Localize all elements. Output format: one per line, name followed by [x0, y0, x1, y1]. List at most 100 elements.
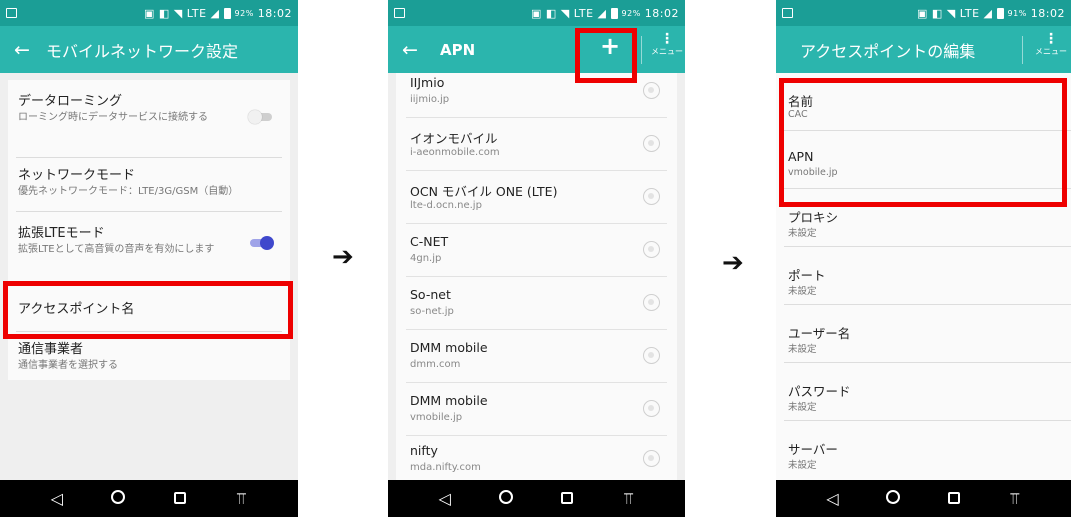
- overflow-menu-icon: ⋮: [660, 31, 674, 47]
- settings-item-enhanced-lte[interactable]: 拡張LTEモード 拡張LTEとして高音質の音声を有効にします: [8, 222, 290, 282]
- apn-value: mda.nifty.com: [410, 462, 481, 473]
- page-title: APN: [440, 40, 476, 59]
- field-value: 未設定: [788, 344, 817, 355]
- notification-pull-icon[interactable]: ⫪: [616, 489, 640, 509]
- battery-icon: [223, 7, 231, 19]
- screen-apn-list: ▣ ◧ ◥ LTE ◢ 92% 18:02 ← APN + ⋮ メニュー IIJ…: [388, 0, 685, 517]
- screen-mobile-network-settings: ▣ ◧ ◥ LTE ◢ 92% 18:02 ← モバイルネットワーク設定 データ…: [0, 0, 298, 517]
- notification-pull-icon[interactable]: ⫪: [1003, 489, 1027, 509]
- battery-percent: 91%: [1007, 8, 1027, 18]
- settings-item-carrier[interactable]: 通信事業者 通信事業者を選択する: [8, 338, 290, 378]
- highlight-box: [3, 281, 293, 339]
- list-item[interactable]: So-net so-net.jp: [396, 277, 677, 330]
- apn-radio[interactable]: [643, 241, 660, 258]
- settings-item-title: ネットワークモード: [18, 168, 136, 183]
- list-item[interactable]: nifty mda.nifty.com: [396, 433, 677, 480]
- list-item[interactable]: DMM mobile vmobile.jp: [396, 383, 677, 436]
- right-arrow-icon: ➔: [722, 248, 744, 278]
- field-port[interactable]: ポート 未設定: [776, 247, 1071, 305]
- field-value: 未設定: [788, 402, 817, 413]
- data-roaming-toggle[interactable]: [248, 110, 274, 124]
- apn-radio[interactable]: [643, 135, 660, 152]
- settings-item-summary: ローミング時にデータサービスに接続する: [18, 112, 208, 123]
- apn-value: 4gn.jp: [410, 253, 442, 264]
- highlight-box: [779, 78, 1067, 207]
- battery-percent: 92%: [621, 8, 641, 18]
- settings-item-summary: 優先ネットワークモード：LTE/3G/GSM（自動）: [18, 186, 239, 197]
- field-label: サーバー: [788, 442, 838, 457]
- status-bar: ▣ ◧ ◥ LTE ◢ 91% 18:02: [776, 0, 1071, 26]
- apn-value: lte-d.ocn.ne.jp: [410, 200, 482, 211]
- page-title: アクセスポイントの編集: [800, 41, 976, 61]
- list-item[interactable]: DMM mobile dmm.com: [396, 330, 677, 383]
- apn-radio[interactable]: [643, 294, 660, 311]
- signal-icons: ▣ ◧ ◥ LTE ◢: [917, 6, 993, 20]
- overflow-menu-button[interactable]: ⋮ メニュー: [649, 32, 685, 57]
- nav-bar: ◁ ⫪: [388, 480, 685, 517]
- page-title: モバイルネットワーク設定: [46, 41, 239, 61]
- app-bar: アクセスポイントの編集 ⋮ メニュー: [776, 26, 1071, 73]
- apn-value: iijmio.jp: [410, 94, 450, 105]
- apn-name: nifty: [410, 443, 438, 458]
- apn-value: vmobile.jp: [410, 412, 463, 423]
- notification-image-icon: [394, 8, 405, 18]
- right-arrow-icon: ➔: [332, 242, 354, 272]
- apn-name: IIJmio: [410, 75, 445, 90]
- signal-icons: ▣ ◧ ◥ LTE ◢: [531, 6, 607, 20]
- settings-item-title: 通信事業者: [18, 342, 84, 357]
- home-circle-icon[interactable]: [106, 489, 130, 508]
- field-server[interactable]: サーバー 未設定: [776, 421, 1071, 479]
- field-value: 未設定: [788, 460, 817, 471]
- status-time: 18:02: [1030, 6, 1065, 20]
- apn-radio[interactable]: [643, 347, 660, 364]
- home-circle-icon[interactable]: [881, 489, 905, 508]
- apn-radio[interactable]: [643, 82, 660, 99]
- field-value: 未設定: [788, 228, 817, 239]
- list-item[interactable]: イオンモバイル i-aeonmobile.com: [396, 118, 677, 171]
- nav-bar: ◁ ⫪: [0, 480, 298, 517]
- battery-percent: 92%: [234, 8, 254, 18]
- recents-square-icon[interactable]: [555, 489, 579, 508]
- back-triangle-icon[interactable]: ◁: [820, 489, 844, 508]
- settings-item-title: データローミング: [18, 94, 123, 109]
- field-label: パスワード: [788, 384, 851, 399]
- field-label: ユーザー名: [788, 326, 851, 341]
- enhanced-lte-toggle[interactable]: [248, 236, 274, 250]
- list-item[interactable]: OCN モバイル ONE (LTE) lte-d.ocn.ne.jp: [396, 171, 677, 224]
- notification-pull-icon[interactable]: ⫪: [229, 489, 253, 509]
- arrow-left-icon[interactable]: ←: [4, 39, 40, 61]
- settings-item-summary: 拡張LTEとして高音質の音声を有効にします: [18, 244, 215, 255]
- menu-label: メニュー: [1035, 47, 1067, 56]
- overflow-menu-button[interactable]: ⋮ メニュー: [1029, 32, 1071, 57]
- notification-image-icon: [6, 8, 17, 18]
- apn-value: so-net.jp: [410, 306, 454, 317]
- apn-value: dmm.com: [410, 359, 461, 370]
- back-triangle-icon[interactable]: ◁: [433, 489, 457, 508]
- apn-name: DMM mobile: [410, 393, 488, 408]
- battery-icon: [996, 7, 1004, 19]
- settings-item-data-roaming[interactable]: データローミング ローミング時にデータサービスに接続する: [8, 90, 290, 158]
- field-value: 未設定: [788, 286, 817, 297]
- status-time: 18:02: [644, 6, 679, 20]
- app-bar: ← モバイルネットワーク設定: [0, 26, 298, 73]
- field-password[interactable]: パスワード 未設定: [776, 363, 1071, 421]
- apn-name: OCN モバイル ONE (LTE): [410, 184, 558, 199]
- recents-square-icon[interactable]: [942, 489, 966, 508]
- notification-image-icon: [782, 8, 793, 18]
- overflow-menu-icon: ⋮: [1044, 31, 1058, 47]
- field-label: プロキシ: [788, 210, 839, 225]
- apn-radio[interactable]: [643, 400, 660, 417]
- apn-name: C-NET: [410, 234, 449, 249]
- settings-item-network-mode[interactable]: ネットワークモード 優先ネットワークモード：LTE/3G/GSM（自動）: [8, 164, 290, 212]
- field-username[interactable]: ユーザー名 未設定: [776, 305, 1071, 363]
- apn-radio[interactable]: [643, 188, 660, 205]
- apn-name: So-net: [410, 287, 451, 302]
- home-circle-icon[interactable]: [494, 489, 518, 508]
- arrow-left-icon[interactable]: ←: [392, 39, 428, 61]
- screen-edit-access-point: ▣ ◧ ◥ LTE ◢ 91% 18:02 アクセスポイントの編集 ⋮ メニュー…: [776, 0, 1071, 517]
- settings-item-title: 拡張LTEモード: [18, 226, 105, 241]
- apn-radio[interactable]: [643, 450, 660, 467]
- back-triangle-icon[interactable]: ◁: [45, 489, 69, 508]
- recents-square-icon[interactable]: [168, 489, 192, 508]
- list-item[interactable]: C-NET 4gn.jp: [396, 224, 677, 277]
